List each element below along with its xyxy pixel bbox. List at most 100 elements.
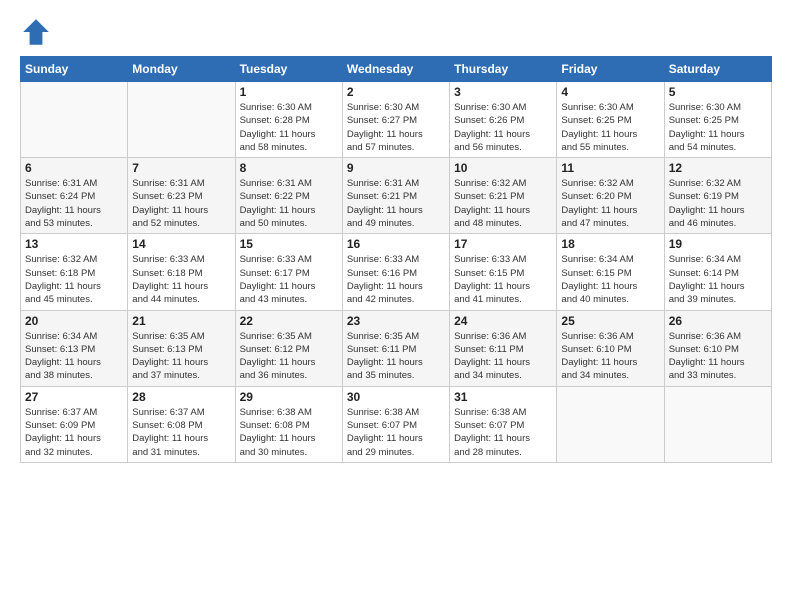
calendar-cell: 17 Sunrise: 6:33 AM Sunset: 6:15 PM Dayli…	[450, 234, 557, 310]
week-row-0: 1 Sunrise: 6:30 AM Sunset: 6:28 PM Daylig…	[21, 82, 772, 158]
calendar-cell: 20 Sunrise: 6:34 AM Sunset: 6:13 PM Dayli…	[21, 310, 128, 386]
calendar-cell: 21Sunrise: 6:35 AM Sunset: 6:13 PM Dayli…	[128, 310, 235, 386]
day-info: Sunrise: 6:36 AM Sunset: 6:10 PM Dayligh…	[669, 330, 767, 383]
day-number: 29	[240, 390, 338, 404]
day-number: 3	[454, 85, 552, 99]
day-info: Sunrise: 6:35 AM Sunset: 6:11 PM Dayligh…	[347, 330, 445, 383]
calendar-cell: 25 Sunrise: 6:36 AM Sunset: 6:10 PM Dayli…	[557, 310, 664, 386]
day-info: Sunrise: 6:36 AM Sunset: 6:11 PM Dayligh…	[454, 330, 552, 383]
calendar-cell: 12 Sunrise: 6:32 AM Sunset: 6:19 PM Dayli…	[664, 158, 771, 234]
day-info: Sunrise: 6:33 AM Sunset: 6:16 PM Dayligh…	[347, 253, 445, 306]
day-info: Sunrise: 6:31 AM Sunset: 6:24 PM Dayligh…	[25, 177, 123, 230]
day-info: Sunrise: 6:33 AM Sunset: 6:17 PM Dayligh…	[240, 253, 338, 306]
calendar-header: SundayMondayTuesdayWednesdayThursdayFrid…	[21, 57, 772, 82]
calendar-cell: 26 Sunrise: 6:36 AM Sunset: 6:10 PM Dayli…	[664, 310, 771, 386]
day-info: Sunrise: 6:34 AM Sunset: 6:14 PM Dayligh…	[669, 253, 767, 306]
calendar-cell: 7 Sunrise: 6:31 AM Sunset: 6:23 PM Daylig…	[128, 158, 235, 234]
day-info: Sunrise: 6:31 AM Sunset: 6:22 PM Dayligh…	[240, 177, 338, 230]
day-number: 5	[669, 85, 767, 99]
calendar-table: SundayMondayTuesdayWednesdayThursdayFrid…	[20, 56, 772, 463]
day-number: 9	[347, 161, 445, 175]
calendar-cell: 16Sunrise: 6:33 AM Sunset: 6:16 PM Dayli…	[342, 234, 449, 310]
calendar-cell: 2 Sunrise: 6:30 AM Sunset: 6:27 PM Daylig…	[342, 82, 449, 158]
day-number: 26	[669, 314, 767, 328]
day-info: Sunrise: 6:37 AM Sunset: 6:08 PM Dayligh…	[132, 406, 230, 459]
day-number: 14	[132, 237, 230, 251]
day-info: Sunrise: 6:30 AM Sunset: 6:26 PM Dayligh…	[454, 101, 552, 154]
day-info: Sunrise: 6:38 AM Sunset: 6:07 PM Dayligh…	[347, 406, 445, 459]
day-info: Sunrise: 6:33 AM Sunset: 6:15 PM Dayligh…	[454, 253, 552, 306]
calendar-cell	[664, 386, 771, 462]
calendar-cell: 6 Sunrise: 6:31 AM Sunset: 6:24 PM Daylig…	[21, 158, 128, 234]
calendar-cell	[557, 386, 664, 462]
calendar-cell: 27 Sunrise: 6:37 AM Sunset: 6:09 PM Dayli…	[21, 386, 128, 462]
weekday-monday: Monday	[128, 57, 235, 82]
day-number: 23	[347, 314, 445, 328]
calendar-cell: 28 Sunrise: 6:37 AM Sunset: 6:08 PM Dayli…	[128, 386, 235, 462]
day-info: Sunrise: 6:36 AM Sunset: 6:10 PM Dayligh…	[561, 330, 659, 383]
day-number: 24	[454, 314, 552, 328]
calendar-cell: 11Sunrise: 6:32 AM Sunset: 6:20 PM Dayli…	[557, 158, 664, 234]
day-info: Sunrise: 6:30 AM Sunset: 6:28 PM Dayligh…	[240, 101, 338, 154]
calendar-cell: 22Sunrise: 6:35 AM Sunset: 6:12 PM Dayli…	[235, 310, 342, 386]
calendar-cell	[21, 82, 128, 158]
calendar-cell: 13Sunrise: 6:32 AM Sunset: 6:18 PM Dayli…	[21, 234, 128, 310]
day-number: 30	[347, 390, 445, 404]
day-info: Sunrise: 6:34 AM Sunset: 6:15 PM Dayligh…	[561, 253, 659, 306]
logo-icon	[20, 16, 52, 48]
day-number: 15	[240, 237, 338, 251]
day-number: 17	[454, 237, 552, 251]
day-info: Sunrise: 6:38 AM Sunset: 6:07 PM Dayligh…	[454, 406, 552, 459]
week-row-3: 20 Sunrise: 6:34 AM Sunset: 6:13 PM Dayli…	[21, 310, 772, 386]
day-number: 28	[132, 390, 230, 404]
day-info: Sunrise: 6:30 AM Sunset: 6:27 PM Dayligh…	[347, 101, 445, 154]
calendar-cell: 23 Sunrise: 6:35 AM Sunset: 6:11 PM Dayli…	[342, 310, 449, 386]
day-number: 27	[25, 390, 123, 404]
day-number: 31	[454, 390, 552, 404]
day-number: 4	[561, 85, 659, 99]
day-info: Sunrise: 6:31 AM Sunset: 6:21 PM Dayligh…	[347, 177, 445, 230]
calendar-cell: 31 Sunrise: 6:38 AM Sunset: 6:07 PM Dayli…	[450, 386, 557, 462]
day-number: 8	[240, 161, 338, 175]
weekday-thursday: Thursday	[450, 57, 557, 82]
day-info: Sunrise: 6:35 AM Sunset: 6:12 PM Dayligh…	[240, 330, 338, 383]
day-number: 12	[669, 161, 767, 175]
header	[20, 16, 772, 48]
week-row-2: 13Sunrise: 6:32 AM Sunset: 6:18 PM Dayli…	[21, 234, 772, 310]
calendar-cell: 8 Sunrise: 6:31 AM Sunset: 6:22 PM Daylig…	[235, 158, 342, 234]
day-number: 1	[240, 85, 338, 99]
day-number: 6	[25, 161, 123, 175]
calendar-cell: 9 Sunrise: 6:31 AM Sunset: 6:21 PM Daylig…	[342, 158, 449, 234]
day-number: 21	[132, 314, 230, 328]
logo	[20, 16, 56, 48]
day-info: Sunrise: 6:34 AM Sunset: 6:13 PM Dayligh…	[25, 330, 123, 383]
day-info: Sunrise: 6:32 AM Sunset: 6:19 PM Dayligh…	[669, 177, 767, 230]
calendar-cell	[128, 82, 235, 158]
calendar-cell: 3 Sunrise: 6:30 AM Sunset: 6:26 PM Daylig…	[450, 82, 557, 158]
week-row-1: 6 Sunrise: 6:31 AM Sunset: 6:24 PM Daylig…	[21, 158, 772, 234]
calendar-cell: 4Sunrise: 6:30 AM Sunset: 6:25 PM Daylig…	[557, 82, 664, 158]
calendar-cell: 14Sunrise: 6:33 AM Sunset: 6:18 PM Dayli…	[128, 234, 235, 310]
day-number: 20	[25, 314, 123, 328]
day-number: 2	[347, 85, 445, 99]
week-row-4: 27 Sunrise: 6:37 AM Sunset: 6:09 PM Dayli…	[21, 386, 772, 462]
day-info: Sunrise: 6:32 AM Sunset: 6:21 PM Dayligh…	[454, 177, 552, 230]
weekday-sunday: Sunday	[21, 57, 128, 82]
day-info: Sunrise: 6:30 AM Sunset: 6:25 PM Dayligh…	[669, 101, 767, 154]
day-info: Sunrise: 6:32 AM Sunset: 6:18 PM Dayligh…	[25, 253, 123, 306]
calendar-cell: 5 Sunrise: 6:30 AM Sunset: 6:25 PM Daylig…	[664, 82, 771, 158]
weekday-friday: Friday	[557, 57, 664, 82]
day-number: 25	[561, 314, 659, 328]
weekday-tuesday: Tuesday	[235, 57, 342, 82]
day-number: 18	[561, 237, 659, 251]
calendar-cell: 24 Sunrise: 6:36 AM Sunset: 6:11 PM Dayli…	[450, 310, 557, 386]
calendar-cell: 10 Sunrise: 6:32 AM Sunset: 6:21 PM Dayli…	[450, 158, 557, 234]
calendar-body: 1 Sunrise: 6:30 AM Sunset: 6:28 PM Daylig…	[21, 82, 772, 463]
day-number: 10	[454, 161, 552, 175]
day-info: Sunrise: 6:31 AM Sunset: 6:23 PM Dayligh…	[132, 177, 230, 230]
day-number: 19	[669, 237, 767, 251]
day-info: Sunrise: 6:37 AM Sunset: 6:09 PM Dayligh…	[25, 406, 123, 459]
day-number: 11	[561, 161, 659, 175]
weekday-row: SundayMondayTuesdayWednesdayThursdayFrid…	[21, 57, 772, 82]
day-number: 7	[132, 161, 230, 175]
